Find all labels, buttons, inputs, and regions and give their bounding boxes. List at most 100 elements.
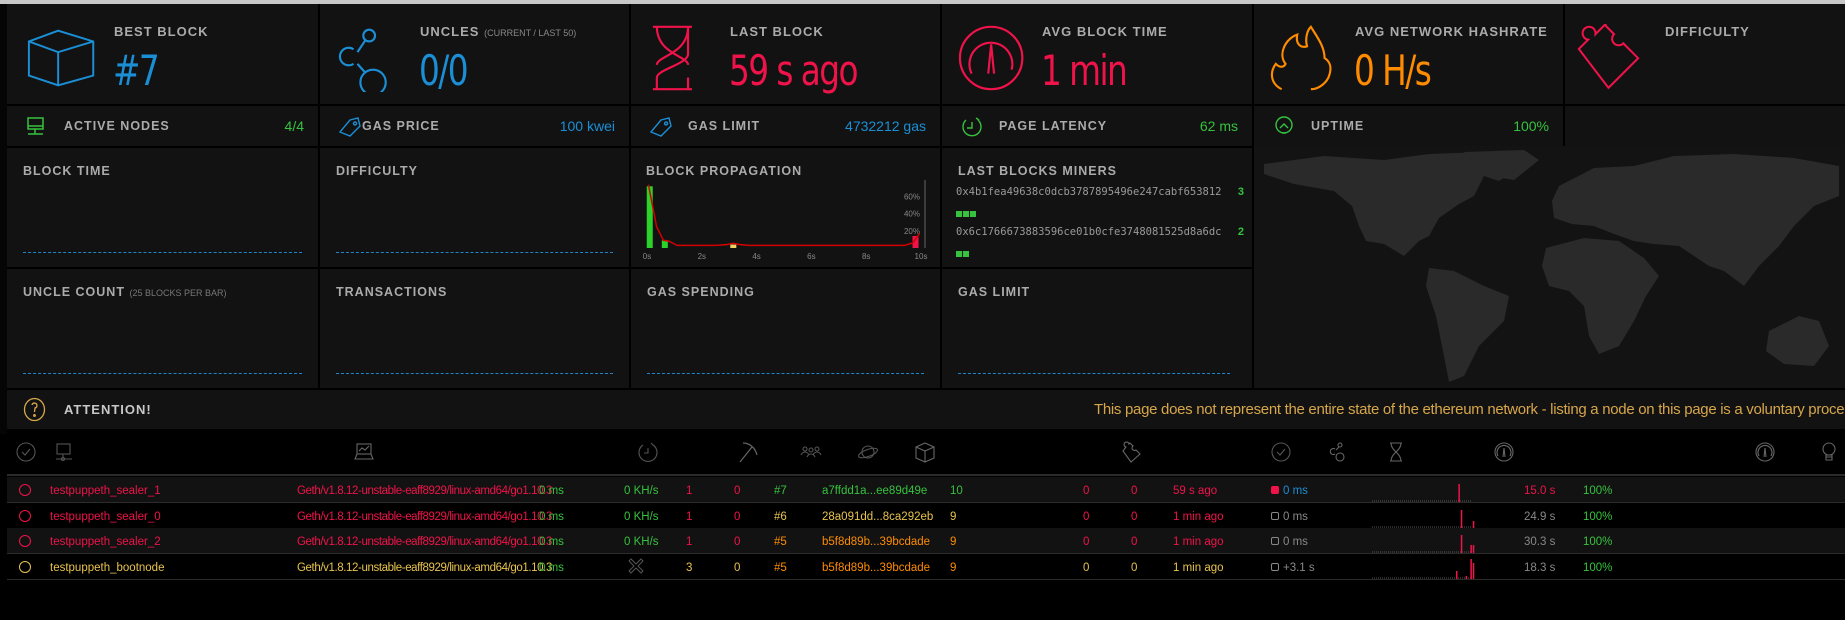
node-latency: 0 ms bbox=[539, 485, 564, 497]
sparkline-bar bbox=[1472, 520, 1475, 528]
stat-title: AVG BLOCK TIME bbox=[1042, 24, 1168, 39]
left-edge bbox=[0, 4, 7, 434]
node-uptime: 100% bbox=[1583, 510, 1613, 523]
node-name[interactable]: testpuppeth_sealer_1 bbox=[50, 485, 161, 497]
propagation-bar bbox=[646, 186, 653, 248]
stat-title: BEST BLOCK bbox=[114, 24, 209, 39]
stat-title: GAS LIMIT bbox=[688, 119, 761, 133]
check-circle-icon[interactable] bbox=[1270, 441, 1292, 463]
node-uncles: 0 bbox=[1131, 510, 1138, 523]
node-uncles: 0 bbox=[1131, 536, 1138, 548]
bulb-icon[interactable] bbox=[1818, 441, 1840, 463]
stat-title-text: UNCLES bbox=[420, 24, 480, 39]
node-propagation: 0 ms bbox=[1271, 511, 1308, 523]
stat-title: UNCLES (CURRENT / LAST 50) bbox=[420, 24, 576, 39]
node-row[interactable]: testpuppeth_sealer_1 Geth/v1.8.12-unstabl… bbox=[7, 477, 1845, 505]
uncles-icon[interactable] bbox=[1328, 441, 1350, 463]
node-name[interactable]: testpuppeth_sealer_2 bbox=[50, 536, 161, 548]
node-difficulty: 9 bbox=[950, 536, 957, 548]
chart-gas-spending: GAS SPENDING bbox=[631, 269, 940, 388]
node-hashrate: 0 KH/s bbox=[624, 485, 659, 497]
propagation-value: +3.1 s bbox=[1283, 561, 1315, 574]
uncles-icon bbox=[338, 28, 387, 92]
y-tick-label: 40% bbox=[904, 210, 920, 219]
node-block-hash: a7ffdd1a...ee89d49e bbox=[822, 485, 928, 497]
peers-icon[interactable] bbox=[800, 441, 822, 463]
node-last-block-time: 1 min ago bbox=[1173, 536, 1224, 548]
block-cube-icon[interactable] bbox=[914, 441, 936, 463]
gauge-icon[interactable] bbox=[1754, 441, 1776, 463]
monitor-icon bbox=[27, 117, 44, 135]
laptop-icon[interactable] bbox=[353, 441, 375, 463]
propagation-indicator-icon bbox=[1271, 562, 1279, 571]
node-icon[interactable] bbox=[53, 441, 75, 463]
tag-icon bbox=[649, 117, 672, 137]
node-uptime: 100% bbox=[1583, 536, 1613, 548]
stat-title: PAGE LATENCY bbox=[999, 119, 1108, 133]
sparkline-bar bbox=[1472, 545, 1475, 553]
node-avg-propagation: 15.0 s bbox=[1524, 485, 1556, 497]
pickaxe-icon[interactable] bbox=[737, 441, 759, 463]
node-row[interactable]: testpuppeth_sealer_0 Geth/v1.8.12-unstabl… bbox=[7, 502, 1845, 531]
stat-uptime: UPTIME 100% bbox=[1254, 106, 1563, 146]
node-uncles: 0 bbox=[1131, 561, 1138, 574]
stat-page-latency: PAGE LATENCY 62 ms bbox=[942, 106, 1252, 146]
chart-title: GAS LIMIT bbox=[958, 285, 1031, 299]
block-propagation-chart: 20% 40% 60% 0s 2s 4s 6s 8s 10s bbox=[643, 180, 927, 261]
flame-icon bbox=[1270, 25, 1332, 91]
gauge-icon[interactable] bbox=[1493, 441, 1515, 463]
node-uptime: 100% bbox=[1583, 561, 1613, 574]
node-avg-propagation: 30.3 s bbox=[1524, 536, 1556, 548]
x-tick-label: 6s bbox=[807, 252, 815, 261]
puzzle-icon[interactable] bbox=[1120, 441, 1142, 463]
propagation-value: 0 ms bbox=[1283, 485, 1308, 497]
node-block-txs: 0 bbox=[1083, 510, 1090, 523]
bulb-icon bbox=[1275, 116, 1293, 134]
node-propagation-sparkline bbox=[1372, 535, 1475, 553]
node-row[interactable]: testpuppeth_sealer_2 Geth/v1.8.12-unstabl… bbox=[7, 528, 1845, 556]
stat-best-block: BEST BLOCK #7 bbox=[7, 4, 318, 104]
x-tick-label: 8s bbox=[862, 252, 870, 261]
node-block-txs: 0 bbox=[1083, 485, 1090, 497]
node-last-block: #5 bbox=[774, 536, 787, 548]
node-name[interactable]: testpuppeth_sealer_0 bbox=[50, 511, 161, 523]
node-status-indicator bbox=[19, 509, 31, 522]
chart-transactions: TRANSACTIONS bbox=[320, 269, 629, 388]
chart-block-time: BLOCK TIME bbox=[7, 148, 318, 267]
latency-clock-icon[interactable] bbox=[637, 441, 659, 463]
clock-icon bbox=[962, 117, 982, 137]
stat-value: 0/0 bbox=[419, 46, 469, 95]
x-tick-label: 2s bbox=[698, 252, 706, 261]
node-avg-propagation: 18.3 s bbox=[1524, 561, 1556, 574]
propagation-value: 0 ms bbox=[1283, 536, 1308, 548]
node-name[interactable]: testpuppeth_bootnode bbox=[50, 562, 164, 574]
node-peers: 3 bbox=[686, 561, 693, 574]
propagation-indicator-icon bbox=[1271, 511, 1279, 520]
node-last-block-time: 1 min ago bbox=[1173, 510, 1224, 523]
chart-baseline bbox=[958, 373, 1230, 374]
node-propagation: 0 ms bbox=[1271, 536, 1308, 548]
node-last-block: #7 bbox=[774, 485, 787, 497]
stat-title: ACTIVE NODES bbox=[64, 119, 170, 133]
node-block-hash: b5f8d89b...39bcdade bbox=[822, 561, 931, 574]
sparkline-bar bbox=[1456, 570, 1458, 579]
propagation-value: 0 ms bbox=[1283, 510, 1308, 523]
node-uptime: 100% bbox=[1583, 485, 1613, 497]
world-map[interactable] bbox=[1254, 146, 1845, 388]
hourglass-icon[interactable] bbox=[1385, 441, 1407, 463]
check-circle-icon[interactable] bbox=[15, 441, 37, 463]
node-last-block-time: 59 s ago bbox=[1173, 485, 1218, 497]
chart-title: LAST BLOCKS MINERS bbox=[958, 164, 1117, 178]
table-header bbox=[0, 437, 1845, 469]
node-row[interactable]: testpuppeth_bootnode Geth/v1.8.12-unstabl… bbox=[7, 553, 1845, 582]
node-difficulty: 9 bbox=[950, 561, 957, 574]
node-block-hash: b5f8d89b...39bcdade bbox=[822, 536, 931, 548]
chart-last-blocks-miners: LAST BLOCKS MINERS 0x4b1fea49638c0dcb378… bbox=[942, 148, 1252, 267]
node-propagation-sparkline bbox=[1372, 509, 1475, 528]
planet-icon[interactable] bbox=[857, 441, 879, 463]
node-last-block: #6 bbox=[774, 510, 787, 523]
node-client: Geth/v1.8.12-unstable-eaff8929/linux-amd… bbox=[297, 510, 552, 523]
miner-blocks-bar bbox=[956, 244, 970, 257]
node-avg-propagation: 24.9 s bbox=[1524, 510, 1556, 523]
stat-avg-block-time: AVG BLOCK TIME 1 min bbox=[942, 4, 1252, 104]
